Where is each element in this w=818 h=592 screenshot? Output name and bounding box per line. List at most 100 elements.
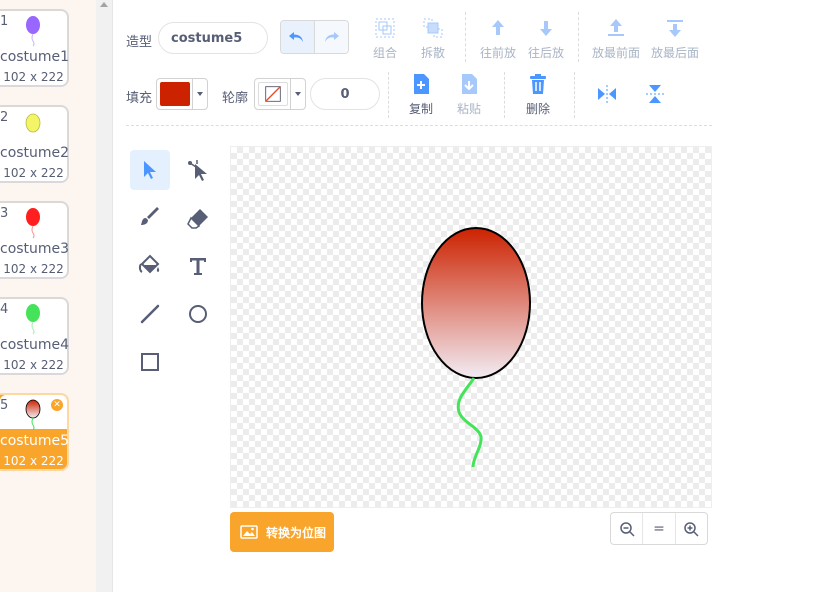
zoom-reset-button[interactable]: = — [643, 513, 676, 544]
group-icon — [375, 18, 395, 38]
chevron-down-icon — [290, 79, 305, 109]
zoom-out-icon — [619, 521, 635, 537]
balloon-thumbnail — [26, 304, 40, 335]
costume-list-scrollbar[interactable] — [96, 0, 113, 592]
costume-name: costume3 — [0, 241, 70, 257]
outline-color-picker[interactable] — [254, 78, 306, 110]
backward-button[interactable]: 往后放 — [520, 16, 572, 61]
paint-editor: 1 costume1 102 x 222 2 costume2 102 x 22… — [0, 0, 818, 592]
send-to-back-icon — [667, 20, 683, 37]
flip-vertical-button[interactable] — [629, 82, 681, 106]
costume-name: costume4 — [0, 337, 70, 353]
eraser-icon — [187, 209, 208, 229]
toolbar-divider — [465, 12, 466, 62]
image-icon — [240, 525, 258, 539]
group-button[interactable]: 组合 — [359, 16, 411, 61]
toolbar-divider — [578, 12, 579, 62]
zoom-in-button[interactable] — [676, 513, 707, 544]
balloon-shape[interactable] — [421, 227, 531, 379]
costume-label: 造型 — [126, 35, 153, 50]
toolbar-separator — [126, 125, 712, 126]
fill-label: 填充 — [126, 91, 153, 106]
trash-icon — [530, 74, 546, 94]
paste-button[interactable]: 粘贴 — [443, 72, 495, 117]
costume-name: costume1 — [0, 49, 70, 65]
forward-button[interactable]: 往前放 — [472, 16, 524, 61]
costume-size: 102 x 222 — [3, 454, 64, 468]
ungroup-icon — [423, 18, 443, 38]
redo-icon — [325, 32, 340, 42]
ungroup-button[interactable]: 拆散 — [407, 16, 459, 61]
fill-color-swatch — [160, 82, 190, 106]
costume-size: 102 x 222 — [3, 70, 64, 84]
costume-number: 1 — [0, 14, 9, 29]
send-to-back-button[interactable]: 放最后面 — [649, 16, 701, 61]
toolbar-divider — [388, 72, 389, 118]
bring-to-front-button[interactable]: 放最前面 — [590, 16, 642, 61]
costume-number: 2 — [0, 110, 9, 125]
select-tool[interactable] — [130, 150, 170, 190]
back-label: 放最后面 — [650, 46, 699, 60]
line-tool[interactable] — [130, 294, 170, 334]
costume-item-3[interactable]: 3 costume3 102 x 222 — [0, 201, 69, 279]
brush-tool[interactable] — [130, 198, 170, 238]
toolbar-divider — [574, 72, 575, 118]
costume-item-2[interactable]: 2 costume2 102 x 222 — [0, 105, 69, 183]
rectangle-tool[interactable] — [130, 342, 170, 382]
line-icon — [140, 304, 160, 324]
costume-size: 102 x 222 — [3, 262, 64, 276]
reshape-icon — [188, 160, 207, 181]
balloon-string[interactable] — [456, 377, 483, 468]
flip-vertical-icon — [646, 85, 664, 103]
scroll-up-arrow-icon[interactable] — [100, 2, 108, 7]
costume-item-4[interactable]: 4 costume4 102 x 222 — [0, 297, 69, 375]
balloon-drawing — [421, 227, 531, 468]
paste-label: 粘贴 — [456, 102, 481, 116]
backward-label: 往后放 — [527, 46, 564, 60]
flip-horizontal-icon — [598, 85, 616, 103]
costume-name-input[interactable]: costume5 — [158, 22, 268, 54]
arrow-cursor-icon — [144, 161, 156, 179]
costume-name: costume5 — [0, 433, 70, 449]
costume-item-1[interactable]: 1 costume1 102 x 222 — [0, 9, 69, 87]
balloon-thumbnail — [25, 399, 41, 431]
zoom-reset-label: = — [653, 520, 665, 537]
balloon-thumbnail — [25, 113, 41, 133]
no-color-icon — [258, 82, 288, 106]
costume-number: 5 — [0, 398, 9, 413]
circle-tool[interactable] — [178, 294, 218, 334]
brush-icon — [141, 207, 159, 225]
ungroup-label: 拆散 — [420, 46, 445, 60]
costume-item-5[interactable]: 5 ✕ costume5 102 x 222 — [0, 393, 69, 471]
costume-number: 3 — [0, 206, 9, 221]
costume-size: 102 x 222 — [3, 358, 64, 372]
text-tool[interactable] — [178, 246, 218, 286]
undo-button[interactable] — [281, 21, 315, 53]
outline-width-input[interactable]: 0 — [310, 78, 380, 110]
arrow-up-icon — [492, 20, 504, 35]
delete-costume-icon[interactable]: ✕ — [49, 397, 65, 413]
convert-to-bitmap-label: 转换为位图 — [266, 525, 327, 540]
copy-label: 复制 — [408, 102, 433, 116]
flip-horizontal-button[interactable] — [581, 82, 633, 106]
arrow-down-icon — [540, 21, 552, 36]
rectangle-icon — [141, 353, 159, 371]
reshape-tool[interactable] — [178, 150, 218, 190]
eraser-tool[interactable] — [178, 198, 218, 238]
convert-to-bitmap-button[interactable]: 转换为位图 — [230, 512, 334, 552]
delete-button[interactable]: 删除 — [512, 72, 564, 117]
redo-button[interactable] — [314, 21, 348, 53]
fill-tool[interactable] — [130, 246, 170, 286]
balloon-thumbnail — [26, 208, 40, 239]
fill-color-picker[interactable] — [156, 78, 208, 110]
costume-size: 102 x 222 — [3, 166, 64, 180]
delete-label: 删除 — [525, 102, 550, 116]
costume-number: 4 — [0, 302, 9, 317]
drawing-canvas[interactable] — [230, 146, 712, 508]
bring-to-front-icon — [608, 19, 624, 36]
zoom-out-button[interactable] — [611, 513, 644, 544]
copy-icon — [414, 74, 429, 94]
copy-button[interactable]: 复制 — [395, 72, 447, 117]
costume-list: 1 costume1 102 x 222 2 costume2 102 x 22… — [0, 0, 96, 592]
forward-label: 往前放 — [479, 46, 516, 60]
